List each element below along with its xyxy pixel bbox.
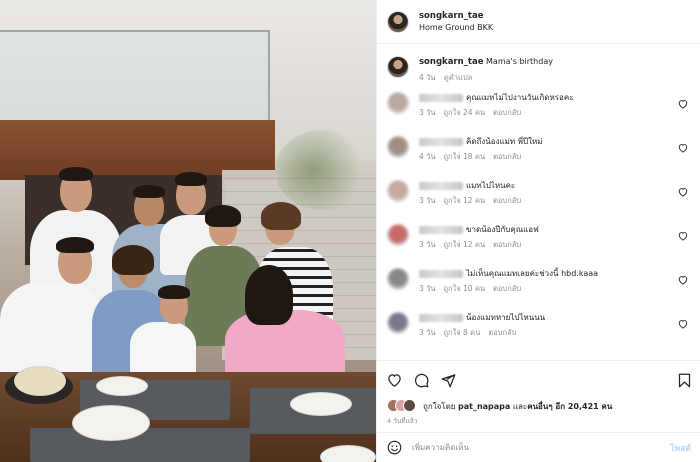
comment-age: 3 วัน — [419, 108, 436, 117]
author-username[interactable]: songkarn_tae — [419, 10, 493, 22]
photo-cake — [14, 366, 66, 396]
comment-reply-button[interactable]: ตอบกลับ — [488, 328, 516, 337]
comment-reply-button[interactable]: ตอบกลับ — [493, 284, 521, 293]
post-caption: songkarn_tae Mama's birthday 4 วัน ดูคำแ… — [377, 44, 700, 92]
commenter-username[interactable] — [419, 269, 463, 278]
comment-age: 3 วัน — [419, 196, 436, 205]
comment-text: ไม่เห็นคุณแมทเลยค่ะช่วงนี้ hbd.kaaa — [466, 269, 599, 278]
photo-glass-railing — [0, 30, 270, 125]
commenter-username[interactable] — [419, 225, 463, 234]
commenter-avatar[interactable] — [387, 180, 409, 202]
liker-avatars — [387, 399, 417, 413]
comment-like-heart-icon[interactable] — [678, 319, 688, 329]
commenter-username[interactable] — [419, 137, 463, 146]
comment-like-heart-icon[interactable] — [678, 99, 688, 109]
comment-text: คุณแมทไม่ไปงานวันเกิดหรอคะ — [466, 93, 574, 102]
caption-username[interactable]: songkarn_tae — [419, 57, 483, 67]
comment-text: ขาดน้องปีกับคุณแอฟ — [466, 225, 539, 234]
post-comment-button[interactable]: โพสต์ — [670, 441, 691, 455]
comment-likes[interactable]: ถูกใจ 18 คน — [444, 152, 486, 161]
likes-middle: และ — [512, 401, 528, 411]
comment-like-heart-icon[interactable] — [678, 275, 688, 285]
comment-like-heart-icon[interactable] — [678, 143, 688, 153]
comment-reply-button[interactable]: ตอบกลับ — [493, 196, 521, 205]
photo-plate — [320, 445, 376, 462]
comment-reply-button[interactable]: ตอบกลับ — [493, 240, 521, 249]
commenter-avatar[interactable] — [387, 312, 409, 334]
bookmark-icon[interactable] — [678, 373, 691, 388]
comment-likes[interactable]: ถูกใจ 24 คน — [444, 108, 486, 117]
comment-item: คิดถึงน้องแม่ท พี่ปีใหม่ 4 วัน ถูกใจ 18 คน… — [387, 136, 690, 180]
add-comment-bar: เพิ่มความคิดเห็น โพสต์ — [377, 432, 700, 462]
post-header: songkarn_tae Home Ground BKK — [377, 0, 700, 44]
caption-age: 4 วัน — [419, 73, 436, 82]
commenter-avatar[interactable] — [387, 268, 409, 290]
comment-age: 3 วัน — [419, 240, 436, 249]
post-photo[interactable] — [0, 0, 376, 462]
emoji-icon[interactable] — [387, 440, 402, 455]
comment-item: ขาดน้องปีกับคุณแอฟ 3 วัน ถูกใจ 12 คน ตอบกลั… — [387, 224, 690, 268]
comment-text: น้องแมทหายไปไหนนน — [466, 313, 546, 322]
likes-prefix: ถูกใจโดย — [423, 401, 456, 411]
author-avatar[interactable] — [387, 10, 409, 33]
post-date: 4 วันที่แล้ว — [387, 417, 418, 425]
comment-list: คุณแมทไม่ไปงานวันเกิดหรอคะ 3 วัน ถูกใจ 24 … — [377, 92, 700, 356]
commenter-username[interactable] — [419, 313, 463, 322]
comment-likes[interactable]: ถูกใจ 12 คน — [444, 240, 486, 249]
comment-item: คุณแมทไม่ไปงานวันเกิดหรอคะ 3 วัน ถูกใจ 24 … — [387, 92, 690, 136]
post-detail-panel: songkarn_tae Home Ground BKK songkarn_ta… — [376, 0, 700, 462]
comment-icon[interactable] — [414, 373, 429, 388]
comment-item: ไม่เห็นคุณแมทเลยค่ะช่วงนี้ hbd.kaaa 3 วัน… — [387, 268, 690, 312]
photo-plant — [275, 130, 370, 210]
comment-age: 3 วัน — [419, 328, 436, 337]
caption-avatar[interactable] — [387, 56, 409, 78]
comment-likes[interactable]: ถูกใจ 10 คน — [444, 284, 486, 293]
comment-text: คิดถึงน้องแม่ท พี่ปีใหม่ — [466, 137, 543, 146]
photo-plate — [290, 392, 352, 416]
commenter-username[interactable] — [419, 93, 463, 102]
translate-link[interactable]: ดูคำแปล — [444, 73, 472, 82]
post-actions: ถูกใจโดย pat_napapa และ คนอื่นๆ อีก 20,4… — [377, 360, 700, 426]
comment-item: แมทไปไหนคะ 3 วัน ถูกใจ 12 คน ตอบกลับ — [387, 180, 690, 224]
likes-others[interactable]: คนอื่นๆ อีก 20,421 คน — [527, 400, 612, 413]
comment-age: 4 วัน — [419, 152, 436, 161]
comment-age: 3 วัน — [419, 284, 436, 293]
commenter-avatar[interactable] — [387, 224, 409, 246]
comment-reply-button[interactable]: ตอบกลับ — [493, 108, 521, 117]
comment-like-heart-icon[interactable] — [678, 231, 688, 241]
caption-text: Mama's birthday — [486, 57, 553, 66]
post-location[interactable]: Home Ground BKK — [419, 22, 493, 34]
comment-likes[interactable]: ถูกใจ 8 คน — [444, 328, 481, 337]
comment-likes[interactable]: ถูกใจ 12 คน — [444, 196, 486, 205]
likes-summary[interactable]: ถูกใจโดย pat_napapa และ คนอื่นๆ อีก 20,4… — [387, 399, 691, 413]
comment-input[interactable]: เพิ่มความคิดเห็น — [412, 441, 670, 454]
commenter-avatar[interactable] — [387, 136, 409, 158]
photo-plate — [72, 405, 150, 441]
share-icon[interactable] — [441, 373, 456, 388]
comment-text: แมทไปไหนคะ — [466, 181, 516, 190]
photo-plate — [96, 376, 148, 396]
likes-user[interactable]: pat_napapa — [458, 402, 510, 411]
commenter-avatar[interactable] — [387, 92, 409, 114]
comment-reply-button[interactable]: ตอบกลับ — [493, 152, 521, 161]
comment-like-heart-icon[interactable] — [678, 187, 688, 197]
commenter-username[interactable] — [419, 181, 463, 190]
heart-icon[interactable] — [387, 373, 402, 387]
comment-item: น้องแมทหายไปไหนนน 3 วัน ถูกใจ 8 คน ตอบกลับ — [387, 312, 690, 356]
